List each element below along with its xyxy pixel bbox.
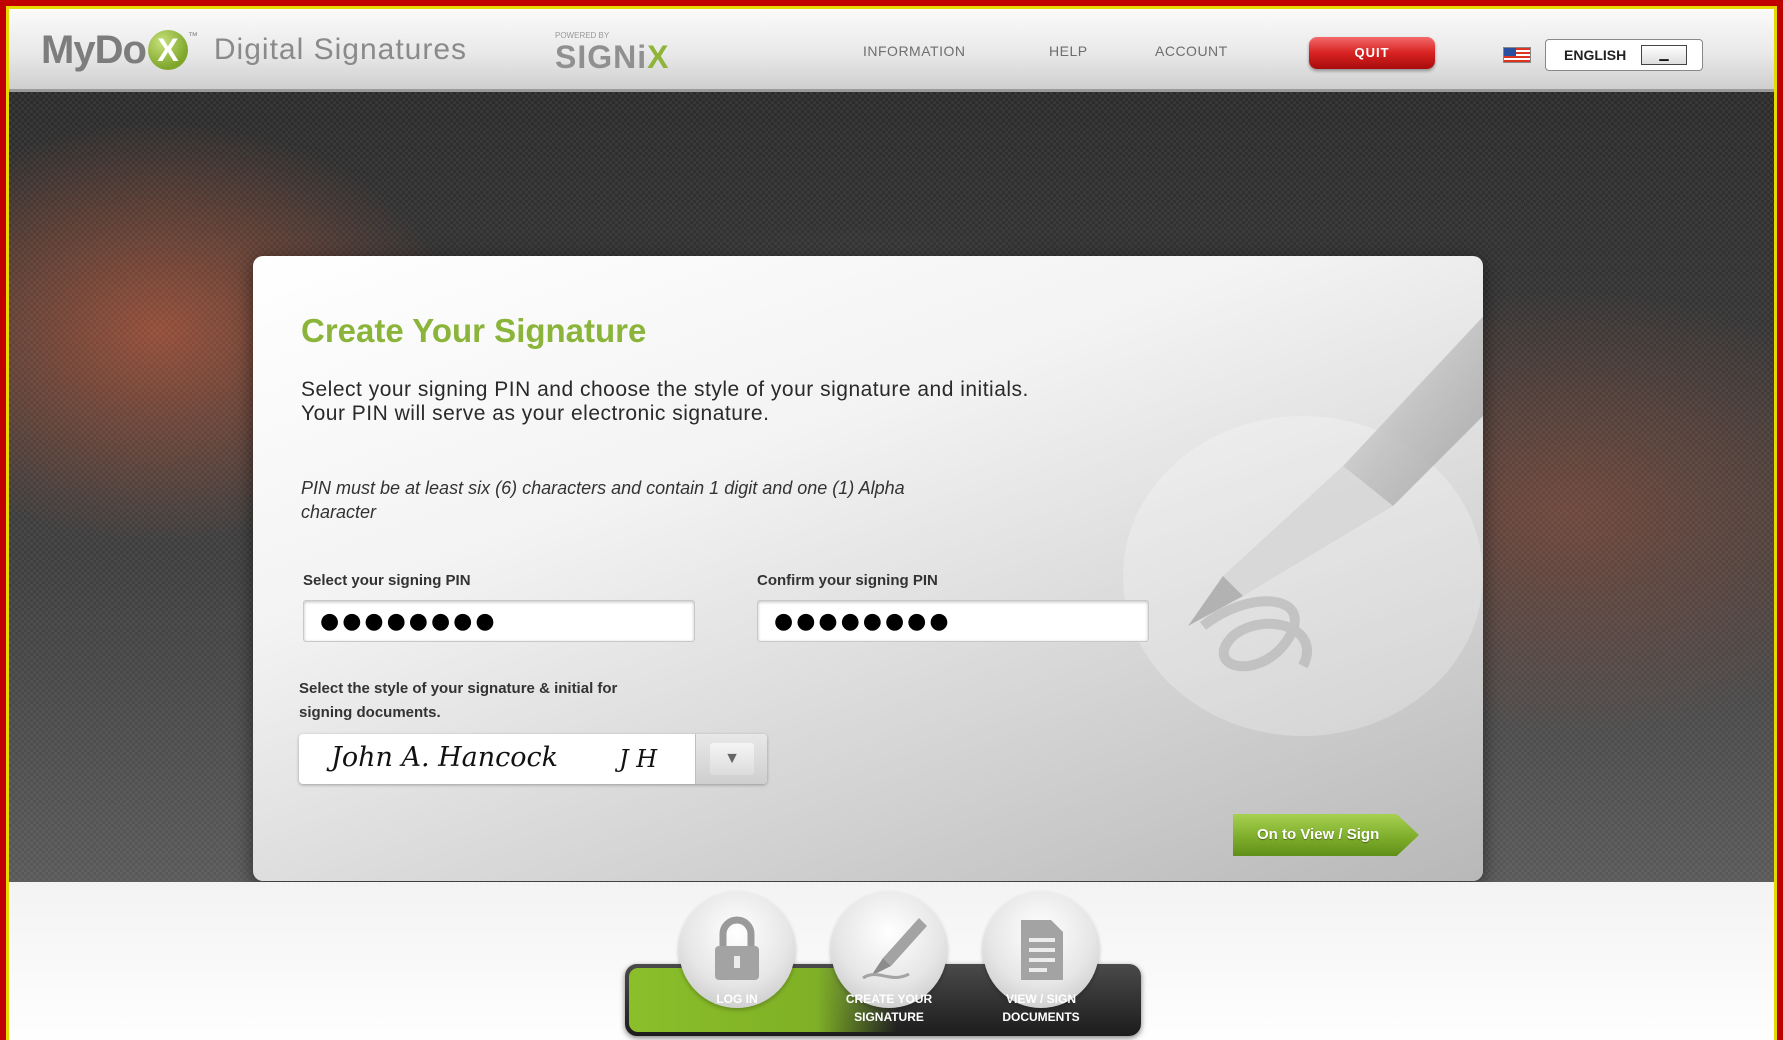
- signature-style-dropdown-button[interactable]: ▼: [695, 734, 767, 784]
- nav-information-link[interactable]: INFORMATION: [863, 43, 965, 59]
- nav-help-link[interactable]: HELP: [1049, 43, 1088, 59]
- pin-input[interactable]: [303, 600, 695, 642]
- confirm-pin-label: Confirm your signing PIN: [757, 572, 938, 589]
- signature-style-label-line-2: signing documents.: [299, 704, 441, 721]
- app-window: MyDo X ™ Digital Signatures POWERED BY S…: [6, 6, 1777, 1040]
- pin-rule-line-2: character: [301, 502, 377, 522]
- initials-preview: J H: [619, 745, 658, 773]
- on-to-view-sign-button[interactable]: On to View / Sign: [1233, 814, 1419, 856]
- logo-x-icon: X: [147, 30, 188, 70]
- nav-account-link[interactable]: ACCOUNT: [1155, 43, 1228, 59]
- pin-rule-line-1: PIN must be at least six (6) characters …: [301, 478, 905, 498]
- fountain-pen-decoration: [1123, 316, 1483, 736]
- quit-button[interactable]: QUIT: [1309, 37, 1435, 69]
- logo-trademark: ™: [187, 31, 198, 42]
- step-create-signature-label[interactable]: CREATE YOUR SIGNATURE: [819, 990, 959, 1026]
- signature-style-select[interactable]: John A. Hancock J H ▼: [299, 734, 767, 784]
- signature-preview: John A. Hancock: [331, 742, 558, 773]
- intro-line-1: Select your signing PIN and choose the s…: [301, 378, 1029, 401]
- pin-label: Select your signing PIN: [303, 572, 471, 589]
- step-login-label[interactable]: LOG IN: [667, 990, 807, 1008]
- confirm-pin-input[interactable]: [757, 600, 1149, 642]
- signix-wordmark: SIGNiX: [555, 39, 669, 76]
- us-flag-icon[interactable]: [1503, 47, 1531, 63]
- chevron-down-icon[interactable]: ▁: [1641, 45, 1687, 65]
- page-title: Create Your Signature: [301, 312, 647, 349]
- signature-style-label-line-1: Select the style of your signature & ini…: [299, 680, 618, 697]
- create-signature-card: Create Your Signature Select your signin…: [253, 256, 1483, 881]
- intro-line-2: Your PIN will serve as your electronic s…: [301, 402, 770, 425]
- signix-x-icon: X: [647, 39, 670, 75]
- mydox-logo[interactable]: MyDo X ™ Digital Signatures: [41, 27, 467, 73]
- signix-word-text: SIGNi: [555, 39, 648, 75]
- step-progress-footer: LOG IN CREATE YOUR SIGNATURE VIEW / SIGN…: [9, 882, 1774, 1040]
- header-bar: MyDo X ™ Digital Signatures POWERED BY S…: [9, 9, 1774, 92]
- logo-mydo-text: MyDo: [41, 27, 147, 72]
- logo-product-name: Digital Signatures: [213, 33, 468, 66]
- step-view-sign-label[interactable]: VIEW / SIGN DOCUMENTS: [971, 990, 1111, 1026]
- hero-background: Create Your Signature Select your signin…: [9, 92, 1774, 882]
- chevron-down-icon: ▼: [710, 743, 754, 775]
